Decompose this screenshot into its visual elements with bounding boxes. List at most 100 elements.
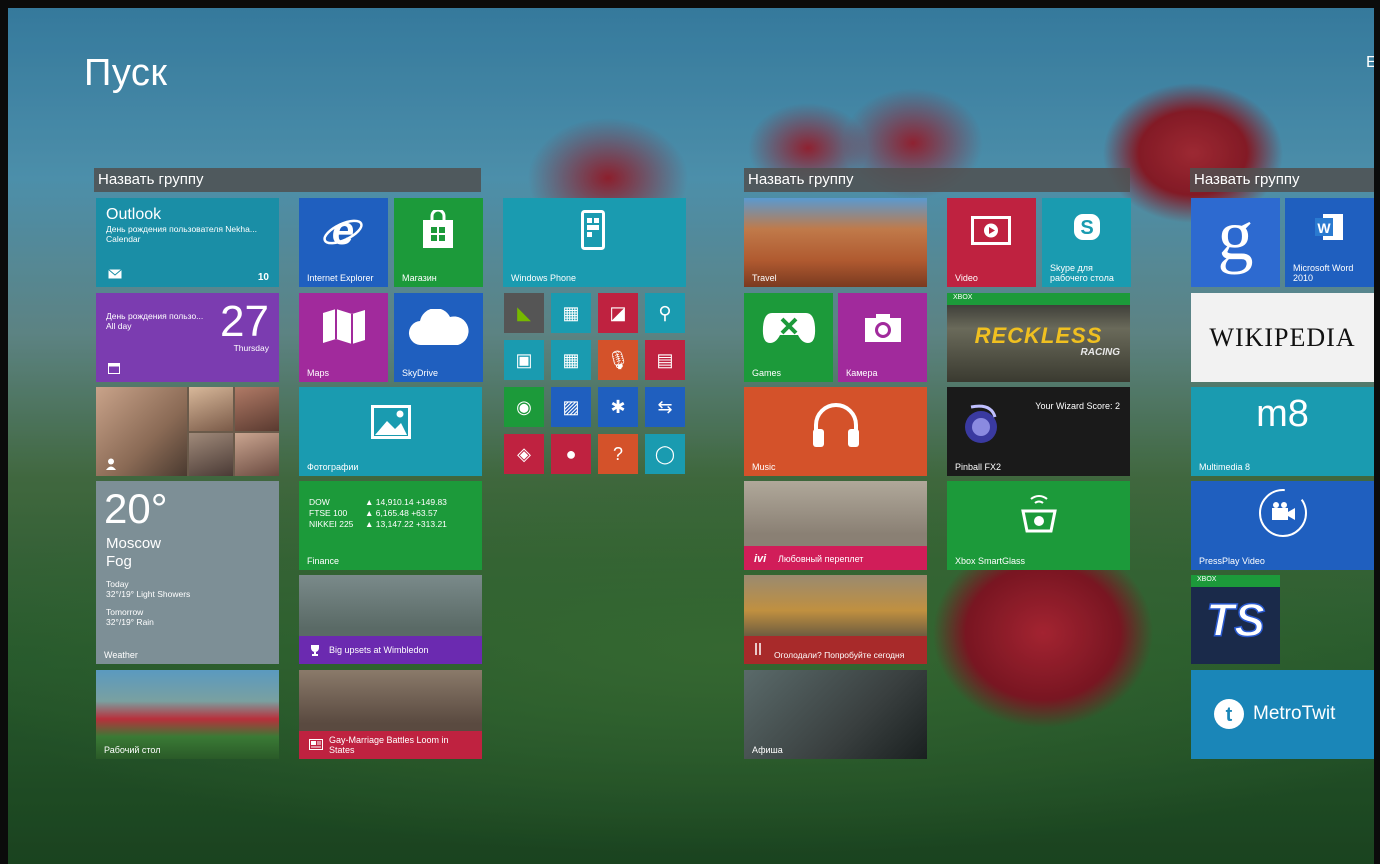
cube-icon: ◈ bbox=[517, 443, 531, 464]
tile-camera[interactable]: Камера bbox=[838, 293, 927, 382]
tile-pinball[interactable]: Your Wizard Score: 2 Pinball FX2 bbox=[947, 387, 1130, 476]
people-photo bbox=[235, 433, 279, 476]
tile-google[interactable]: g bbox=[1191, 198, 1280, 287]
ivi-logo: ivi bbox=[754, 553, 767, 565]
finance-row-name: NIKKEI 225 bbox=[309, 519, 354, 529]
outlook-count: 10 bbox=[257, 272, 269, 283]
app-tile-books[interactable]: ▤ bbox=[645, 340, 685, 380]
racing-logo: RACING bbox=[1080, 347, 1120, 358]
pinball-score: Your Wizard Score: 2 bbox=[1035, 401, 1120, 411]
app-tile-paint2[interactable]: ▦ bbox=[551, 340, 591, 380]
calendar-allday: All day bbox=[106, 321, 132, 331]
outlook-event: День рождения пользователя Nekha... bbox=[106, 224, 257, 234]
outlook-title: Outlook bbox=[106, 206, 162, 223]
outlook-calendar: Calendar bbox=[106, 234, 141, 244]
store-label: Магазин bbox=[402, 273, 437, 283]
metrotwit-icon: t bbox=[1214, 699, 1244, 729]
tile-store[interactable]: Магазин bbox=[394, 198, 483, 287]
app-tile-nvidia[interactable]: ◣ bbox=[504, 293, 544, 333]
tile-desktop[interactable]: Рабочий стол bbox=[96, 670, 279, 759]
app-tile-xbox-music[interactable]: ◉ bbox=[504, 387, 544, 427]
smartglass-label: Xbox SmartGlass bbox=[955, 556, 1026, 566]
calendar-weekday: Thursday bbox=[233, 343, 269, 353]
tile-photos[interactable]: Фотографии bbox=[299, 387, 482, 476]
tile-wikipedia[interactable]: WIKIPEDIA bbox=[1191, 293, 1374, 382]
tile-music[interactable]: Music bbox=[744, 387, 927, 476]
books-icon: ▤ bbox=[656, 349, 674, 370]
tile-outlook[interactable]: Outlook День рождения пользователя Nekha… bbox=[96, 198, 279, 287]
tile-metrotwit[interactable]: t MetroTwit bbox=[1191, 670, 1374, 759]
user-name-partial[interactable]: E bbox=[1366, 54, 1374, 72]
transfer-icon: ⇆ bbox=[657, 396, 673, 417]
tile-sports[interactable]: Big upsets at Wimbledon bbox=[299, 575, 482, 664]
tile-ts-game[interactable]: XBOX TS bbox=[1191, 575, 1280, 664]
nvidia-icon: ◣ bbox=[517, 302, 531, 323]
tile-news[interactable]: Gay-Marriage Battles Loom in States bbox=[299, 670, 482, 759]
chart-app-icon: ◪ bbox=[609, 302, 627, 323]
tile-ivi[interactable]: ivi Любовный переплет bbox=[744, 481, 927, 570]
magnifier-icon: ⚲ bbox=[658, 302, 672, 323]
tile-travel[interactable]: Travel bbox=[744, 198, 927, 287]
people-photo bbox=[235, 387, 279, 431]
tile-word[interactable]: W Microsoft Word 2010 bbox=[1285, 198, 1374, 287]
paint-icon: ▦ bbox=[562, 349, 580, 370]
app-tile-search[interactable]: ⚲ bbox=[645, 293, 685, 333]
tile-video[interactable]: Video bbox=[947, 198, 1036, 287]
app-tile-outlook-small[interactable]: ◯ bbox=[645, 434, 685, 474]
tile-calendar[interactable]: День рождения пользо... All day 27 Thurs… bbox=[96, 293, 279, 382]
tile-skype[interactable]: S Skype для рабочего стола bbox=[1042, 198, 1131, 287]
svg-text:e: e bbox=[332, 209, 354, 252]
sports-headline: Big upsets at Wimbledon bbox=[329, 645, 429, 655]
app-tile-puzzle[interactable]: ✱ bbox=[598, 387, 638, 427]
internet-explorer-label: Internet Explorer bbox=[307, 273, 374, 283]
group-header-3[interactable]: Назвать группу bbox=[1190, 168, 1374, 192]
app-tile-record[interactable]: ● bbox=[551, 434, 591, 474]
weather-condition: Fog bbox=[106, 553, 132, 570]
tile-people[interactable] bbox=[96, 387, 279, 476]
food-text: Оголодали? Попробуйте сегодня bbox=[774, 650, 905, 660]
tile-games[interactable]: Games bbox=[744, 293, 833, 382]
cloud-icon bbox=[409, 309, 469, 346]
headphones-icon bbox=[813, 403, 859, 447]
skype-icon: S bbox=[1074, 214, 1100, 240]
record-icon: ● bbox=[565, 443, 577, 464]
tile-internet-explorer[interactable]: e Internet Explorer bbox=[299, 198, 388, 287]
tile-finance[interactable]: DOW ▲ 14,910.14 +149.83 FTSE 100 ▲ 6,165… bbox=[299, 481, 482, 570]
circle-o-icon: ◯ bbox=[654, 443, 676, 464]
app-tile-chart[interactable]: ◪ bbox=[598, 293, 638, 333]
people-photo bbox=[189, 387, 233, 431]
finance-row-name: DOW bbox=[309, 497, 330, 507]
app-tile-screen[interactable]: ▣ bbox=[504, 340, 544, 380]
picture-icon: ▨ bbox=[562, 396, 580, 417]
windows-phone-label: Windows Phone bbox=[511, 273, 577, 283]
tile-maps[interactable]: Maps bbox=[299, 293, 388, 382]
group-header-2[interactable]: Назвать группу bbox=[744, 168, 1130, 192]
tile-afisha[interactable]: Афиша bbox=[744, 670, 927, 759]
tile-multimedia-8[interactable]: m8 Multimedia 8 bbox=[1191, 387, 1374, 476]
xbox-badge: XBOX bbox=[1197, 576, 1217, 583]
group-header-1[interactable]: Назвать группу bbox=[94, 168, 481, 192]
video-icon bbox=[971, 216, 1011, 245]
tile-xbox-smartglass[interactable]: Xbox SmartGlass bbox=[947, 481, 1130, 570]
weather-temp: 20° bbox=[104, 485, 168, 532]
disc-icon: ◉ bbox=[516, 396, 532, 417]
tile-pressplay[interactable]: PressPlay Video bbox=[1191, 481, 1374, 570]
svg-text:S: S bbox=[1080, 217, 1093, 239]
video-camera-icon bbox=[1259, 489, 1307, 537]
multimedia-label: Multimedia 8 bbox=[1199, 462, 1251, 472]
tile-food[interactable]: Оголодали? Попробуйте сегодня bbox=[744, 575, 927, 664]
app-tile-recorder[interactable]: 🎙 bbox=[598, 340, 638, 380]
app-tile-cube[interactable]: ◈ bbox=[504, 434, 544, 474]
app-tile-photo-viewer[interactable]: ▨ bbox=[551, 387, 591, 427]
tile-windows-phone[interactable]: Windows Phone bbox=[503, 198, 686, 287]
tile-reckless-racing[interactable]: XBOX RECKLESS RACING bbox=[947, 293, 1130, 382]
wikipedia-logo: WIKIPEDIA bbox=[1209, 322, 1356, 352]
app-tile-paint[interactable]: ▦ bbox=[551, 293, 591, 333]
weather-tomorrow: 32°/19° Rain bbox=[106, 617, 154, 627]
app-tile-help[interactable]: ? bbox=[598, 434, 638, 474]
tile-skydrive[interactable]: SkyDrive bbox=[394, 293, 483, 382]
camera-icon bbox=[865, 314, 901, 342]
app-tile-transfer[interactable]: ⇆ bbox=[645, 387, 685, 427]
pressplay-label: PressPlay Video bbox=[1199, 556, 1265, 566]
tile-weather[interactable]: 20° Moscow Fog Today 32°/19° Light Showe… bbox=[96, 481, 279, 664]
